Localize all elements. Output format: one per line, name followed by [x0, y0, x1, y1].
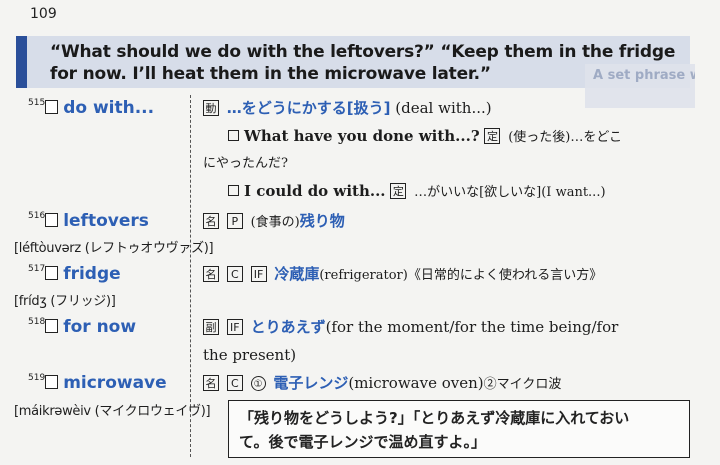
phrase-checkbox[interactable]	[228, 130, 239, 141]
headword: for now	[63, 317, 137, 337]
pos-tag: 名	[203, 213, 219, 229]
checkbox[interactable]	[45, 100, 59, 114]
headword: do with...	[63, 98, 155, 118]
countable-tag: C	[226, 266, 243, 282]
headword: fridge	[63, 264, 121, 284]
pronunciation: [máikrəwèiv (マイクロウェイヴ)]	[14, 404, 211, 419]
definition-line: 名 C IF 冷蔵庫(refrigerator)《日常的によく使われる言い方》	[203, 264, 602, 286]
gloss: (for the moment/for the time being/for	[325, 318, 619, 336]
pos-tag: 副	[203, 319, 219, 335]
definition: 冷蔵庫	[274, 265, 320, 283]
entry-number: 519	[28, 373, 46, 383]
phrase: I could do with...	[244, 182, 386, 200]
pronunciation: [léftòuvərz (レフトゥオウヴァズ)]	[14, 241, 214, 256]
phrase-meaning: …がいいな[欲しいな](I want...)	[414, 185, 606, 200]
sense-number: ①	[250, 376, 266, 391]
pos-tag: 名	[203, 375, 219, 391]
definition-line: 副 IF とりあえず(for the moment/for the time b…	[203, 317, 618, 337]
checkbox[interactable]	[45, 266, 59, 280]
definition: 残り物	[299, 212, 345, 230]
definition: …をどうにかする[扱う]	[226, 99, 391, 117]
headword-fridge: 517 fridge	[28, 264, 121, 284]
phrase-line: I could do with... 定 …がいいな[欲しいな](I want.…	[228, 181, 606, 203]
gloss: (refrigerator)《日常的によく使われる言い方》	[319, 268, 603, 283]
banner-accent-bar	[16, 36, 27, 88]
definition-line: 動 …をどうにかする[扱う] (deal with...)	[203, 98, 492, 118]
entry-number: 518	[28, 317, 46, 327]
gloss: (deal with...)	[395, 99, 492, 117]
phrase-line: What have you done with...? 定 (使った後)…をどこ	[228, 126, 622, 148]
headword-do-with: 515 do with...	[28, 98, 154, 118]
entry-number: 516	[28, 211, 46, 221]
checkbox[interactable]	[45, 375, 59, 389]
fixed-tag: 定	[484, 128, 501, 144]
sense-2: ②マイクロ波	[483, 377, 562, 392]
translation-line-2: て。後で電子レンジで温め直すよ。」	[239, 433, 487, 451]
pos-tag: 動	[203, 100, 219, 116]
page-number: 109	[30, 6, 57, 22]
gloss: (microwave oven)	[348, 374, 484, 392]
headword-for-now: 518 for now	[28, 317, 136, 337]
phrase: What have you done with...?	[244, 127, 480, 145]
entry-number: 515	[28, 98, 46, 108]
translation-line-1: 「残り物をどうしよう?」「とりあえず冷蔵庫に入れておい	[239, 409, 630, 427]
definition-line: 名 C ① 電子レンジ(microwave oven)②マイクロ波	[203, 373, 561, 395]
entry-number: 517	[28, 264, 46, 274]
definition: 電子レンジ	[273, 374, 349, 392]
headword: microwave	[63, 373, 167, 393]
headword-microwave: 519 microwave	[28, 373, 167, 393]
pos-tag: 名	[203, 266, 219, 282]
informal-tag: IF	[226, 319, 243, 335]
headword-leftovers: 516 leftovers	[28, 211, 149, 231]
phrase-meaning-cont: にやったんだ?	[203, 156, 288, 171]
definition: とりあえず	[250, 318, 326, 336]
definition-line: 名 P (食事の)残り物	[203, 211, 345, 233]
pronunciation: [frídʒ (フリッジ)]	[14, 294, 116, 309]
phrase-checkbox[interactable]	[228, 185, 239, 196]
context-note: (食事の)	[250, 215, 300, 230]
informal-tag: IF	[250, 266, 267, 282]
phrase-meaning: (使った後)…をどこ	[508, 130, 622, 145]
checkbox[interactable]	[45, 319, 59, 333]
headword: leftovers	[63, 211, 149, 231]
translation-box: 「残り物をどうしよう?」「とりあえず冷蔵庫に入れておい て。後で電子レンジで温め…	[228, 400, 690, 458]
plural-tag: P	[226, 213, 243, 229]
bleed-through-text: A set phrase without use	[585, 64, 695, 108]
checkbox[interactable]	[45, 213, 59, 227]
countable-tag: C	[226, 375, 243, 391]
fixed-tag: 定	[390, 183, 407, 199]
gloss-cont: the present)	[203, 346, 297, 364]
